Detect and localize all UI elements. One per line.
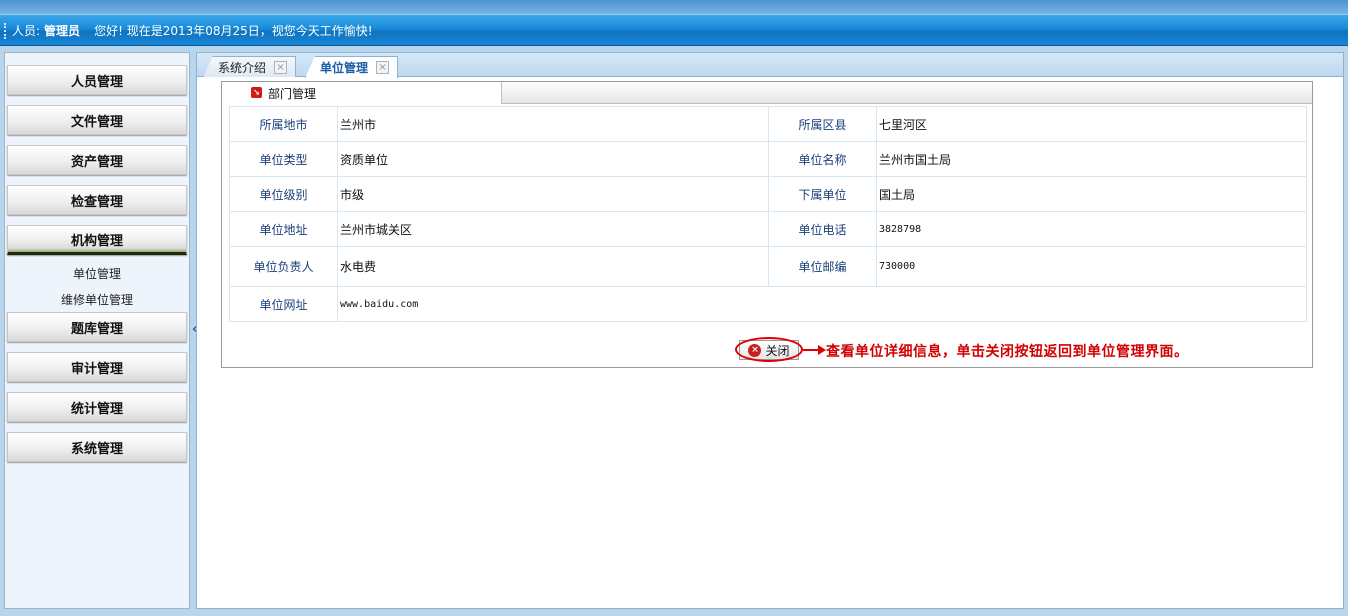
greeting-text: 您好! 现在是2013年08月25日，视您今天工作愉快! — [94, 23, 373, 38]
leader-value: 水电费 — [337, 246, 769, 287]
address-label: 单位地址 — [229, 211, 338, 247]
arrow-icon: ↘ — [251, 87, 262, 98]
panel-header: ↘ 部门管理 — [222, 82, 1312, 104]
panel-title: 部门管理 — [268, 86, 317, 101]
menu-system[interactable]: 系统管理 — [7, 432, 187, 462]
county-value: 七里河区 — [876, 106, 1307, 142]
menu-inspection[interactable]: 检查管理 — [7, 185, 187, 215]
menu-organization[interactable]: 机构管理 — [7, 225, 187, 255]
table-row: 单位网址 www.baidu.com — [229, 286, 1307, 322]
department-panel: ↘ 部门管理 所属地市 兰州市 所属区县 七里河区 单位类型 资质单位 单位名称… — [221, 81, 1313, 368]
annotation-text: 查看单位详细信息，单击关闭按钮返回到单位管理界面。 — [826, 344, 1189, 360]
menu-files[interactable]: 文件管理 — [7, 105, 187, 135]
table-row: 单位类型 资质单位 单位名称 兰州市国土局 — [229, 141, 1307, 177]
tab-close-icon[interactable]: × — [376, 61, 390, 74]
table-row: 单位级别 市级 下属单位 国土局 — [229, 176, 1307, 212]
county-label: 所属区县 — [768, 106, 877, 142]
zip-value: 730000 — [876, 246, 1307, 287]
menu-personnel[interactable]: 人员管理 — [7, 65, 187, 95]
phone-value: 3828798 — [876, 211, 1307, 247]
table-row: 所属地市 兰州市 所属区县 七里河区 — [229, 106, 1307, 142]
tab-label: 单位管理 — [320, 61, 369, 75]
address-value: 兰州市城关区 — [337, 211, 769, 247]
phone-label: 单位电话 — [768, 211, 877, 247]
type-value: 资质单位 — [337, 141, 769, 177]
level-value: 市级 — [337, 176, 769, 212]
user-name: 管理员 — [44, 23, 81, 38]
grip-icon — [4, 23, 6, 39]
leader-label: 单位负责人 — [229, 246, 338, 287]
highlight-ellipse — [735, 337, 803, 362]
menu-assets[interactable]: 资产管理 — [7, 145, 187, 175]
name-label: 单位名称 — [768, 141, 877, 177]
sub-unit-value: 国土局 — [876, 176, 1307, 212]
level-label: 单位级别 — [229, 176, 338, 212]
header-bar: 人员: 管理员 您好! 现在是2013年08月25日，视您今天工作愉快! — [0, 14, 1348, 46]
table-row: 单位负责人 水电费 单位邮编 730000 — [229, 246, 1307, 287]
sidebar: 人员管理 文件管理 资产管理 检查管理 机构管理 单位管理 维修单位管理 题库管… — [4, 52, 190, 609]
type-label: 单位类型 — [229, 141, 338, 177]
table-row: 单位地址 兰州市城关区 单位电话 3828798 — [229, 211, 1307, 247]
top-strip — [0, 0, 1348, 14]
sub-unit-label: 下属单位 — [768, 176, 877, 212]
tab-bar: 系统介绍 × 单位管理 × — [197, 53, 1343, 78]
annotation-arrow-icon — [818, 345, 826, 355]
sub-item-unit-management[interactable]: 单位管理 — [5, 265, 189, 282]
website-label: 单位网址 — [229, 286, 338, 322]
sub-item-repair-unit-management[interactable]: 维修单位管理 — [5, 291, 189, 308]
menu-question-bank[interactable]: 题库管理 — [7, 312, 187, 342]
unit-detail-table: 所属地市 兰州市 所属区县 七里河区 单位类型 资质单位 单位名称 兰州市国土局… — [229, 106, 1307, 322]
name-value: 兰州市国土局 — [876, 141, 1307, 177]
menu-statistics[interactable]: 统计管理 — [7, 392, 187, 422]
tab-label: 系统介绍 — [218, 60, 267, 75]
user-label: 人员: — [12, 23, 41, 38]
city-value: 兰州市 — [337, 106, 769, 142]
city-label: 所属地市 — [229, 106, 338, 142]
menu-audit[interactable]: 审计管理 — [7, 352, 187, 382]
tab-system-intro[interactable]: 系统介绍 × — [203, 56, 297, 77]
main-panel: 系统介绍 × 单位管理 × ↘ 部门管理 所属地市 兰州市 所属区县 七里河区 … — [196, 52, 1344, 609]
tab-unit-management[interactable]: 单位管理 × — [305, 56, 399, 78]
website-value: www.baidu.com — [337, 286, 1307, 322]
tab-close-icon[interactable]: × — [274, 60, 288, 74]
panel-tab: ↘ 部门管理 — [222, 82, 502, 104]
zip-label: 单位邮编 — [768, 246, 877, 287]
